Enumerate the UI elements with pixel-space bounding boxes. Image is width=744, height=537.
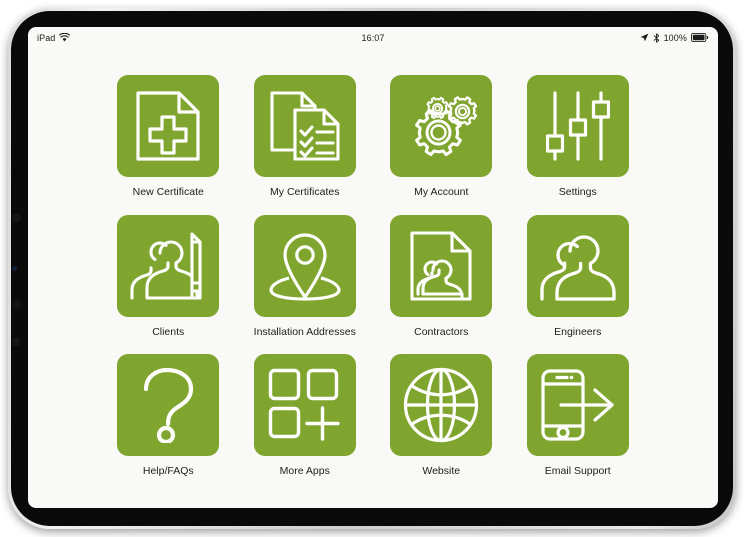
tile-label: Engineers (554, 325, 602, 338)
tile-email-support[interactable]: Email Support (510, 354, 647, 478)
question-mark-icon (144, 368, 194, 444)
tile-label: More Apps (279, 465, 330, 478)
tile-icon-background[interactable] (526, 75, 629, 177)
tile-clients[interactable]: Clients (100, 214, 237, 339)
battery-full-icon (691, 33, 709, 42)
status-bar-right: 100% (385, 33, 709, 43)
tile-label: My Account (414, 186, 469, 198)
battery-percent-label: 100% (663, 32, 687, 43)
tile-icon-background[interactable] (390, 75, 493, 177)
tile-label: Website (422, 465, 461, 478)
tile-my-account[interactable]: My Account (373, 75, 510, 199)
carrier-label: iPad (37, 32, 56, 43)
status-bar-left: iPad (37, 33, 361, 43)
document-plus-icon (136, 91, 200, 161)
tile-engineers[interactable]: Engineers (510, 214, 647, 339)
ipad-screen: iPad 16:07 100% New Certificate My Certi… (28, 27, 718, 508)
tile-label: Clients (152, 325, 185, 338)
tile-icon-background[interactable] (117, 75, 220, 177)
sliders-icon (545, 91, 610, 161)
map-pin-icon (269, 233, 341, 301)
tile-icon-background[interactable] (117, 354, 220, 457)
tile-icon-background[interactable] (253, 75, 356, 177)
tile-more-apps[interactable]: More Apps (237, 354, 374, 478)
tile-installation-addresses[interactable]: Installation Addresses (237, 214, 374, 339)
globe-icon (404, 368, 479, 443)
tile-icon-background[interactable] (117, 214, 220, 317)
tile-label: New Certificate (132, 186, 204, 198)
people-pencil-icon (130, 232, 202, 300)
tile-label: Help/FAQs (142, 465, 194, 478)
volume-down-button[interactable] (12, 300, 21, 309)
location-arrow-icon (640, 33, 649, 42)
volume-up-button[interactable] (12, 213, 21, 222)
tile-contractors[interactable]: Contractors (373, 214, 510, 339)
wifi-icon (59, 33, 71, 42)
phone-arrow-icon (541, 369, 614, 441)
tile-label: Contractors (414, 325, 469, 338)
tile-label: My Certificates (270, 186, 340, 198)
tile-website[interactable]: Website (373, 354, 510, 478)
tile-label: Settings (558, 186, 597, 198)
gears-icon (415, 96, 478, 157)
tile-icon-background[interactable] (390, 354, 493, 457)
tile-new-certificate[interactable]: New Certificate (100, 75, 237, 199)
status-bar-clock: 16:07 (361, 32, 385, 43)
app-grid: New Certificate My Certificates My Accou… (28, 55, 718, 478)
tile-icon-background[interactable] (390, 214, 493, 317)
ipad-device-frame: iPad 16:07 100% New Certificate My Certi… (8, 8, 736, 529)
tile-icon-background[interactable] (526, 214, 629, 317)
tile-icon-background[interactable] (253, 354, 356, 457)
grid-plus-icon (268, 368, 340, 441)
tile-label: Installation Addresses (253, 325, 356, 338)
people-icon (540, 235, 616, 301)
tile-settings[interactable]: Settings (510, 75, 647, 199)
tile-help-faqs[interactable]: Help/FAQs (100, 354, 237, 478)
documents-checklist-icon (270, 91, 340, 161)
mute-switch-button[interactable] (12, 338, 20, 346)
status-bar: iPad 16:07 100% (28, 27, 718, 48)
front-camera-icon (12, 266, 17, 271)
document-people-icon (410, 231, 472, 301)
tile-label: Email Support (544, 465, 611, 478)
bluetooth-icon (653, 32, 660, 43)
tile-my-certificates[interactable]: My Certificates (237, 75, 374, 199)
tile-icon-background[interactable] (526, 354, 629, 457)
tile-icon-background[interactable] (253, 214, 356, 317)
